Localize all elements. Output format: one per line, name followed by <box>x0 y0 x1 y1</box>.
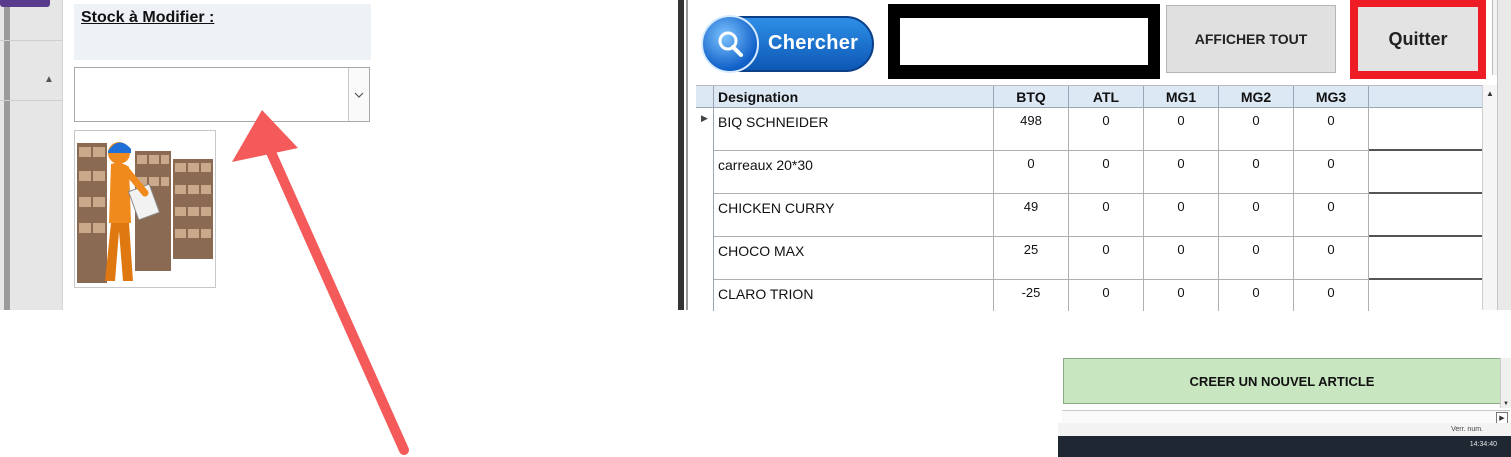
annotation-arrow-icon <box>232 110 409 455</box>
